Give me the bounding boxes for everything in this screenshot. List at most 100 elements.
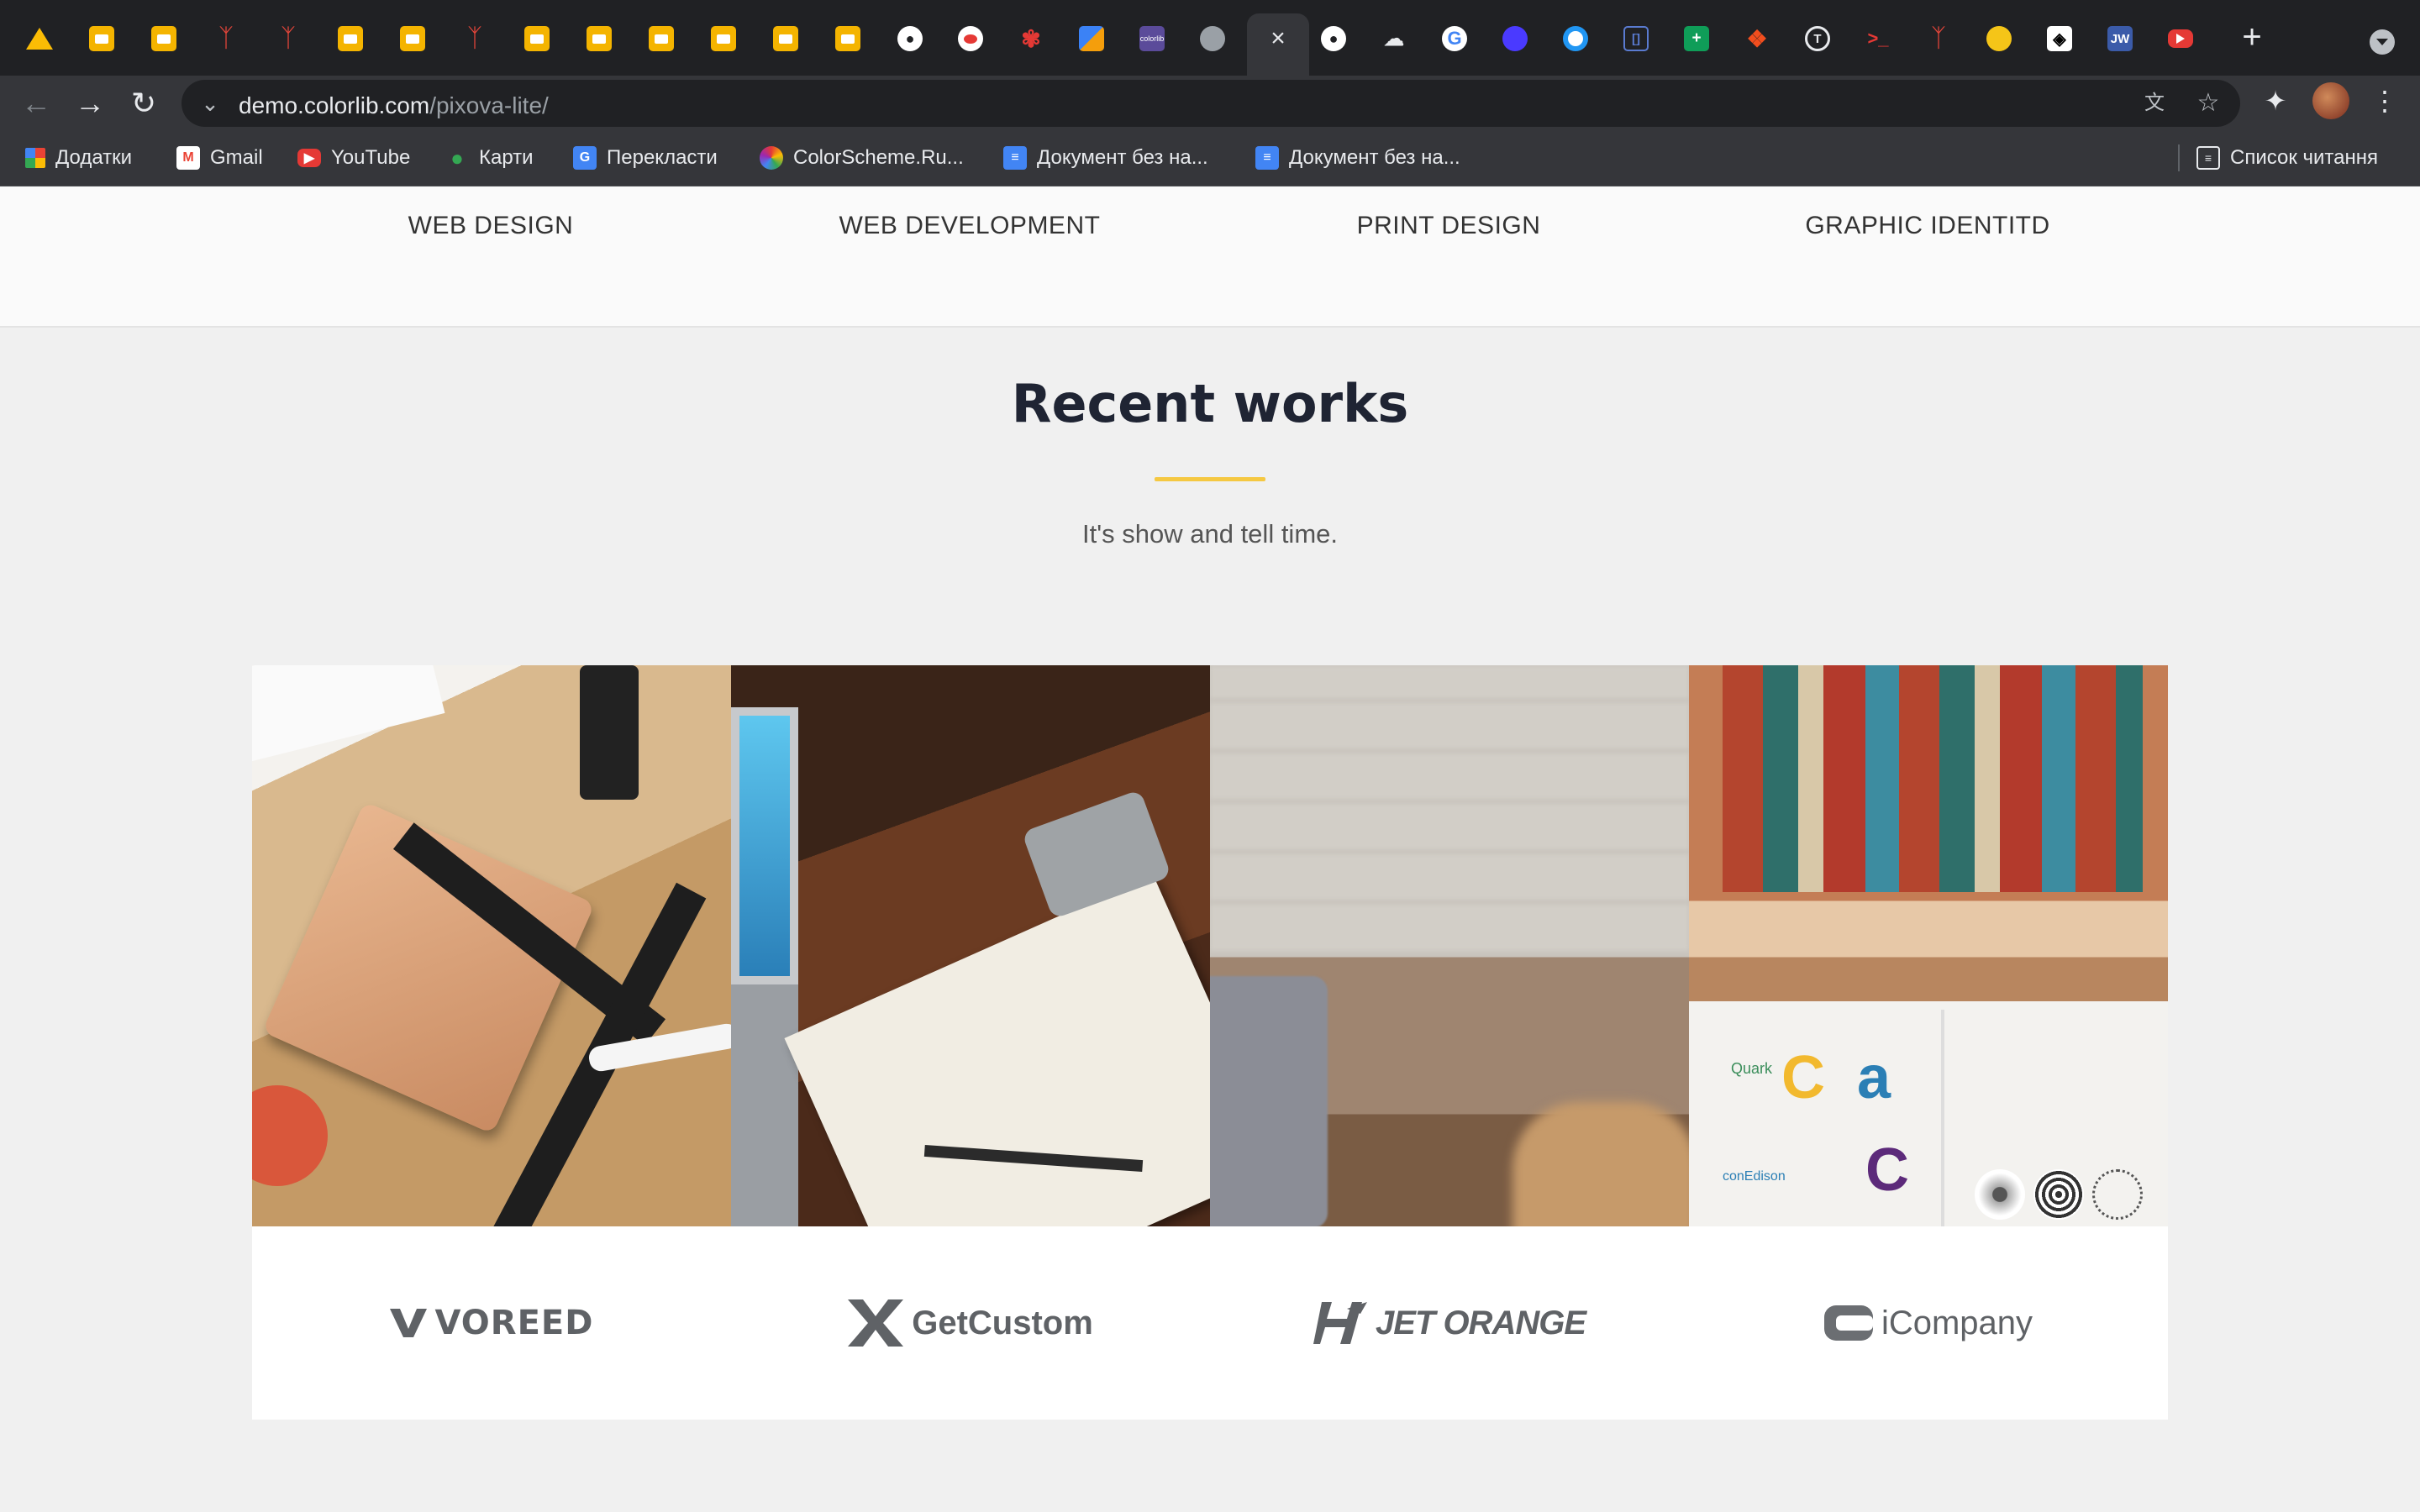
work-blurred-cafe[interactable] <box>1210 665 1689 1226</box>
bookmark-doc[interactable]: ≡ Документ без на... <box>1003 143 1208 173</box>
slides-icon <box>649 26 674 51</box>
pattern-circle <box>2033 1169 2084 1220</box>
tab-slides[interactable] <box>150 24 178 53</box>
title-divider <box>1155 477 1265 481</box>
bookmark-apps[interactable]: Додатки <box>25 143 132 173</box>
jet-orange-logo[interactable]: JET ORANGE <box>1210 1226 1689 1420</box>
tab-x[interactable]: ᛉ <box>460 24 489 53</box>
service-graphic-identity[interactable]: GRAPHIC IDENTITD <box>1718 212 2138 240</box>
star-icon[interactable]: ☆ <box>2193 88 2223 118</box>
work-chair <box>252 1085 328 1186</box>
tab-jw[interactable]: JW <box>2106 24 2134 53</box>
getcustom-mark-icon <box>848 1299 904 1347</box>
tab-t[interactable]: T <box>1803 24 1832 53</box>
tab-slides[interactable] <box>647 24 676 53</box>
address-bar[interactable]: ⌄ demo.colorlib.com/pixova-lite/ 文 ☆ <box>182 80 2240 127</box>
tab-purple[interactable] <box>1501 24 1529 53</box>
tab-slides[interactable] <box>771 24 800 53</box>
tab-codepen[interactable]: ◈ <box>2045 24 2074 53</box>
work-laptop-sketchbook[interactable] <box>731 665 1210 1226</box>
bookmarks-bar: Додатки M Gmail ▶ YouTube ● Карти G Переклас… <box>0 131 2420 186</box>
tab-terminal[interactable]: >_ <box>1864 24 1892 53</box>
client-name: VOREED <box>434 1304 594 1342</box>
tab-x[interactable]: ᛉ <box>274 24 302 53</box>
slides-icon <box>89 26 114 51</box>
slides-icon <box>835 26 860 51</box>
tab-google-drive[interactable] <box>25 24 54 53</box>
tab-slides[interactable] <box>585 24 613 53</box>
tab-slides[interactable] <box>834 24 862 53</box>
reload-button[interactable]: ↻ <box>124 84 163 123</box>
sheets-icon: + <box>1684 26 1709 51</box>
jet-orange-mark-icon <box>1313 1302 1367 1344</box>
works-gallery: Quark C a conEdison C <box>252 665 2168 1226</box>
tab-red[interactable] <box>956 24 985 53</box>
google-drive-icon <box>26 28 53 50</box>
back-button[interactable]: ← <box>17 84 55 123</box>
red-dot-icon <box>958 26 983 51</box>
tab-cloud[interactable]: ☁ <box>1380 24 1408 53</box>
service-web-development[interactable]: WEB DEVELOPMENT <box>760 212 1180 240</box>
tab-slides[interactable] <box>523 24 551 53</box>
tab-figma[interactable]: ❖ <box>1743 24 1771 53</box>
bookmark-label: Карти <box>479 146 534 169</box>
tab-github[interactable]: ● <box>896 24 924 53</box>
tab-globe[interactable] <box>1198 24 1227 53</box>
tab-github[interactable]: ● <box>1319 24 1348 53</box>
tab-target[interactable] <box>1561 24 1590 53</box>
bookmark-gmail[interactable]: M Gmail <box>176 143 263 173</box>
work-books-shelf[interactable]: Quark C a conEdison C <box>1689 665 2168 1226</box>
new-tab-button[interactable]: + <box>2237 20 2267 54</box>
tab-slides[interactable] <box>336 24 365 53</box>
bookmark-youtube[interactable]: ▶ YouTube <box>297 143 410 173</box>
service-web-design[interactable]: WEB DESIGN <box>281 212 701 240</box>
figma-icon: ❖ <box>1746 25 1768 52</box>
tab-slides[interactable] <box>398 24 427 53</box>
tab-colorful[interactable] <box>1077 24 1106 53</box>
avatar[interactable] <box>2312 82 2349 119</box>
bookmark-doc[interactable]: ≡ Документ без на... <box>1255 143 1460 173</box>
purple-circle-icon <box>1502 26 1528 51</box>
tab-colorlib[interactable]: colorlib <box>1138 24 1166 53</box>
bookmark-label: Документ без на... <box>1289 146 1460 169</box>
bookmark-colorscheme[interactable]: ColorScheme.Ru... <box>760 143 964 173</box>
menu-icon[interactable]: ⋮ <box>2368 84 2402 118</box>
chevron-down-icon[interactable]: ⌄ <box>197 88 224 118</box>
bookmark-maps[interactable]: ● Карти <box>445 143 534 173</box>
slides-icon <box>773 26 798 51</box>
service-print-design[interactable]: PRINT DESIGN <box>1239 212 1659 240</box>
tab-x[interactable]: ᛉ <box>212 24 240 53</box>
tab-youtube[interactable] <box>2166 24 2195 53</box>
translate-icon[interactable]: 文 <box>2139 88 2170 118</box>
tab-google[interactable]: G <box>1440 24 1469 53</box>
target-icon <box>1563 26 1588 51</box>
tab-x[interactable]: ᛉ <box>1924 24 1953 53</box>
tab-flower[interactable]: ✾ <box>1017 24 1045 53</box>
code-icon: [] <box>1623 26 1649 51</box>
tab-code[interactable]: [] <box>1622 24 1650 53</box>
bookmark-label: ColorScheme.Ru... <box>793 146 964 169</box>
tab-sheets[interactable]: + <box>1682 24 1711 53</box>
tab-slides[interactable] <box>709 24 738 53</box>
slides-icon <box>151 26 176 51</box>
tab-search-button[interactable] <box>2370 29 2395 55</box>
tab-coin[interactable] <box>1985 24 2013 53</box>
reading-list-button[interactable]: ≡ Список читання <box>2196 143 2378 173</box>
section-subtitle: It's show and tell time. <box>1082 519 1338 549</box>
extensions-icon[interactable]: ✦ <box>2259 84 2292 118</box>
voreed-logo[interactable]: VOREED <box>252 1226 731 1420</box>
url-text[interactable]: demo.colorlib.com/pixova-lite/ <box>239 92 549 119</box>
bookmark-translate[interactable]: G Перекласти <box>573 143 718 173</box>
forward-button[interactable]: → <box>71 84 109 123</box>
work-notebook-desk[interactable] <box>252 665 731 1226</box>
work-laptop-screen <box>731 707 798 984</box>
work-paper <box>252 665 445 766</box>
icompany-logo[interactable]: iCompany <box>1689 1226 2168 1420</box>
client-name: GetCustom <box>912 1304 1093 1341</box>
slides-icon <box>587 26 612 51</box>
tab-slides[interactable] <box>87 24 116 53</box>
jw-icon: JW <box>2107 26 2133 51</box>
close-icon[interactable]: × <box>1265 26 1291 51</box>
getcustom-logo[interactable]: GetCustom <box>731 1226 1210 1420</box>
flower-icon: ✾ <box>1021 25 1041 52</box>
